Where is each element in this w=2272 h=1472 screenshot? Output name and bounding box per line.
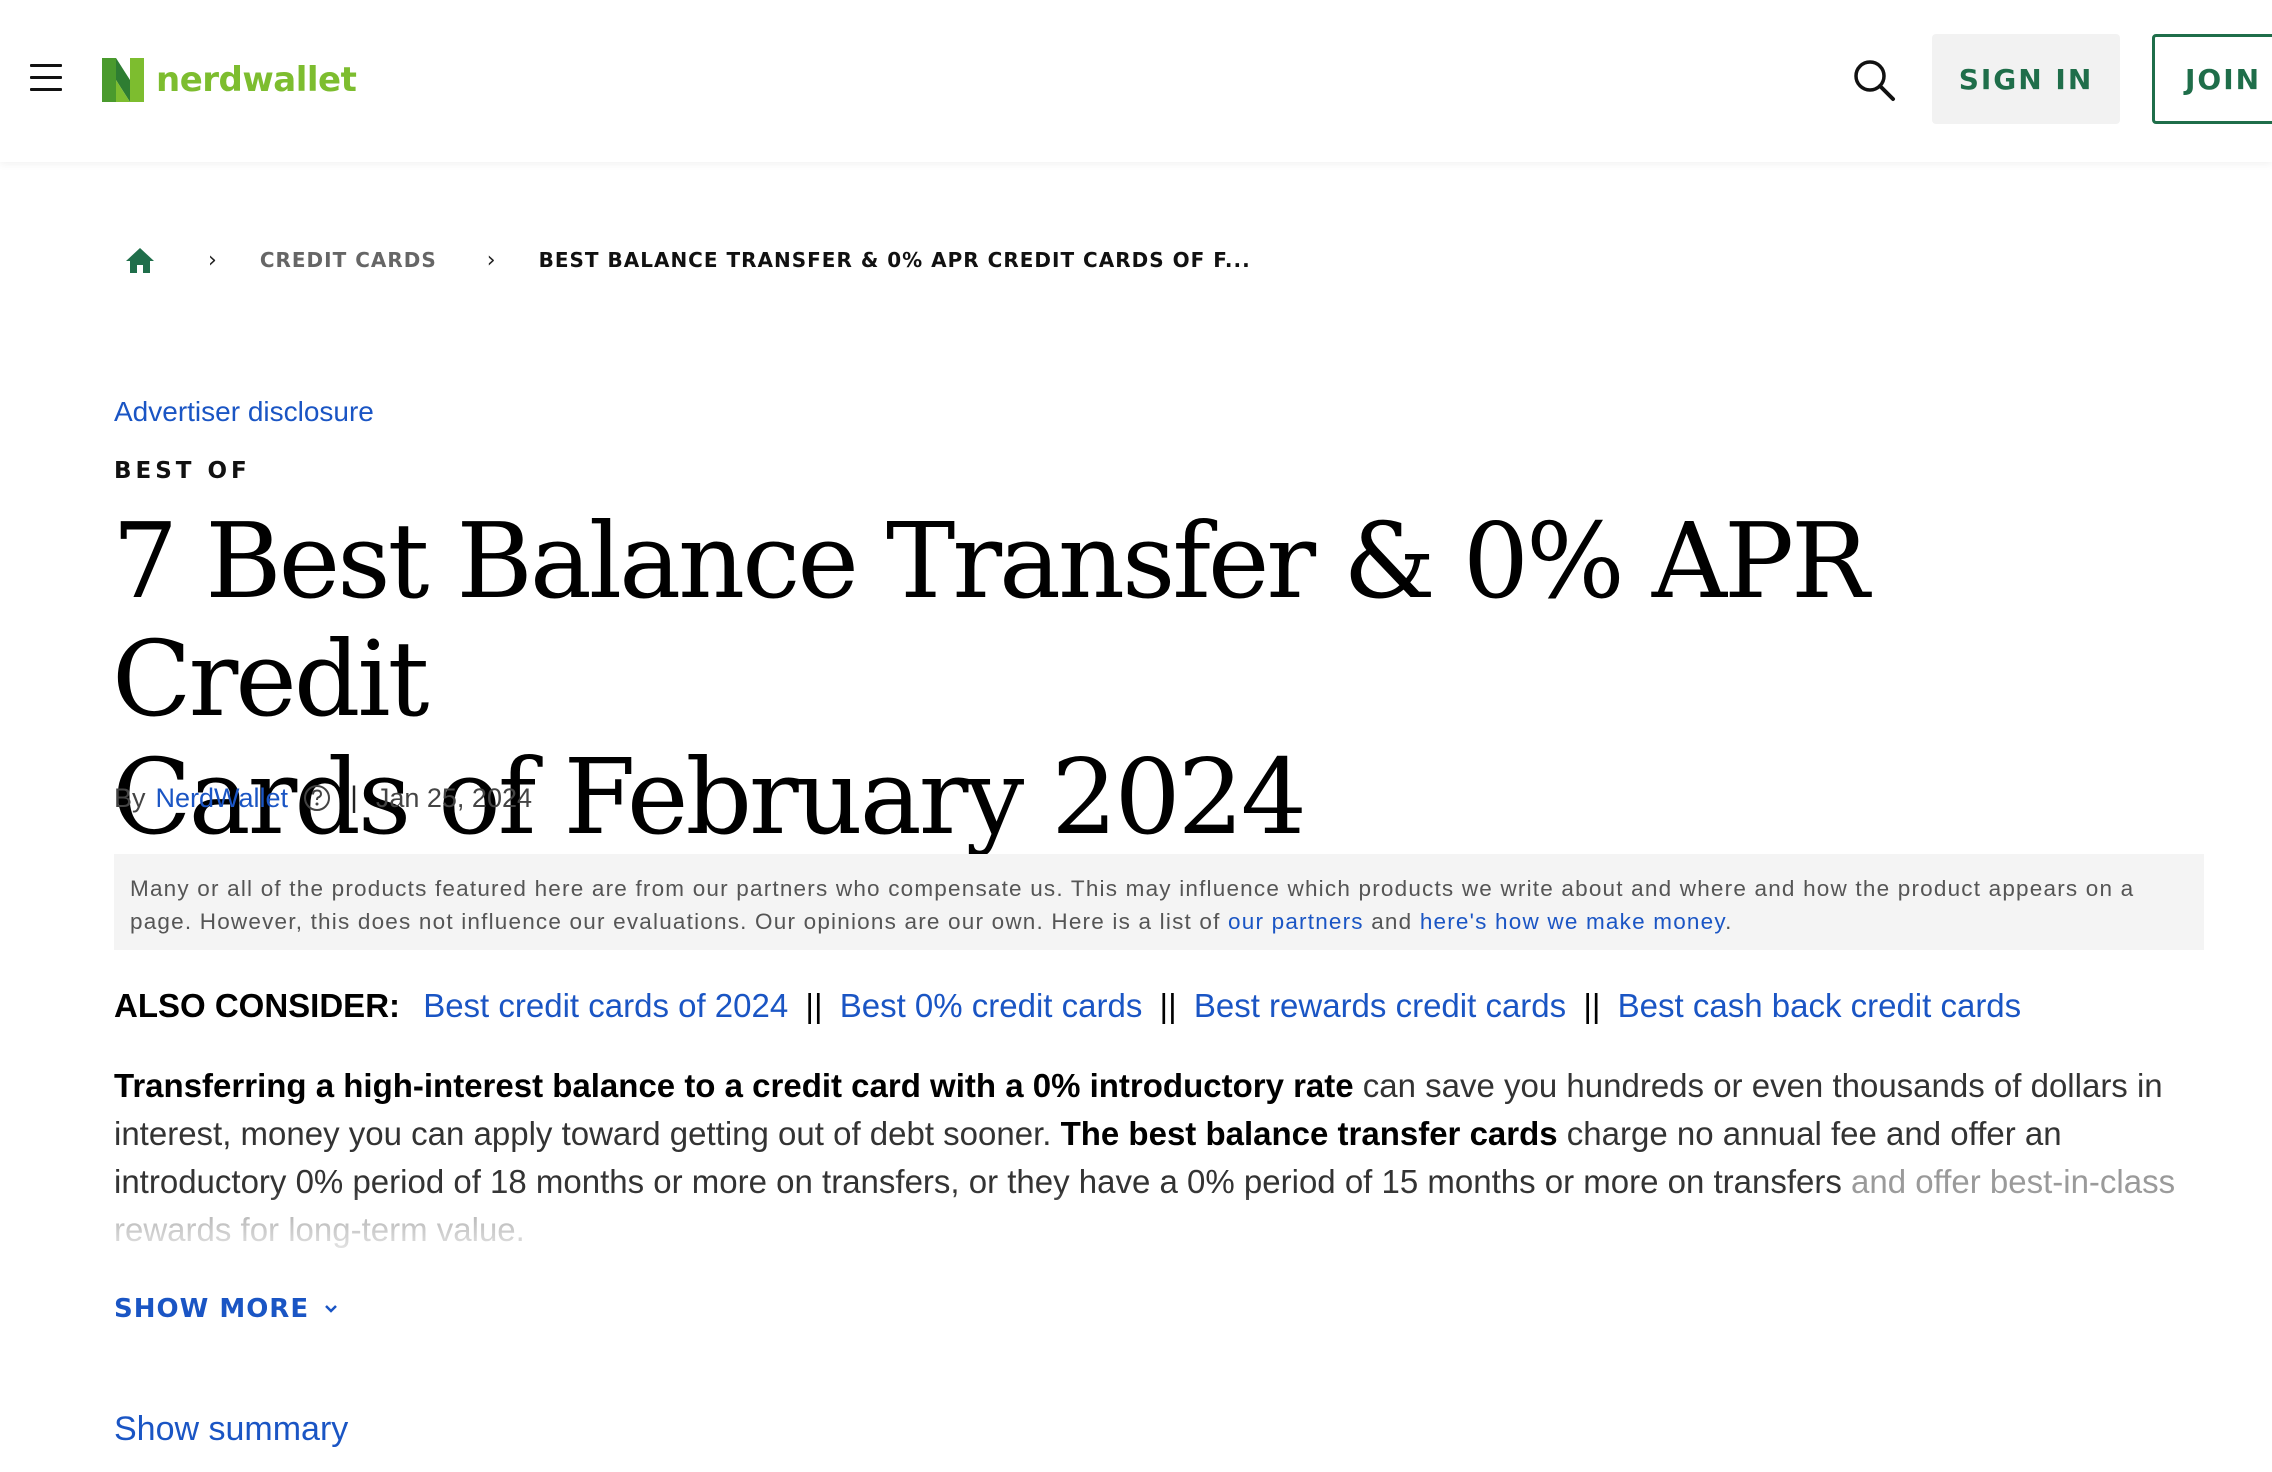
nerdwallet-logo[interactable]: nerdwallet xyxy=(102,56,357,104)
text-fade-overlay xyxy=(0,1190,2272,1260)
link-separator: || xyxy=(805,987,823,1024)
show-more-label: SHOW MORE xyxy=(114,1294,310,1324)
show-summary-link[interactable]: Show summary xyxy=(114,1410,348,1449)
breadcrumb-current-page: BEST BALANCE TRANSFER & 0% APR CREDIT CA… xyxy=(538,248,1251,272)
also-consider-link[interactable]: Best cash back credit cards xyxy=(1618,987,2022,1024)
breadcrumb-separator: › xyxy=(486,247,497,273)
logo-wordmark: nerdwallet xyxy=(156,60,357,100)
breadcrumb: › CREDIT CARDS › BEST BALANCE TRANSFER &… xyxy=(122,240,1251,280)
byline: By NerdWallet | Jan 25, 2024 xyxy=(114,776,532,820)
byline-prefix: By xyxy=(114,782,146,813)
link-separator: || xyxy=(1159,987,1177,1024)
breadcrumb-credit-cards[interactable]: CREDIT CARDS xyxy=(260,248,437,272)
page-title-line-1: 7 Best Balance Transfer & 0% APR Credit xyxy=(112,500,1869,740)
sign-in-button[interactable]: SIGN IN xyxy=(1932,34,2120,124)
partner-disclosure-box: Many or all of the products featured her… xyxy=(114,854,2204,950)
site-header: nerdwallet SIGN IN JOIN xyxy=(0,0,2272,162)
intro-bold-text: The best balance transfer cards xyxy=(1060,1115,1558,1152)
chevron-down-icon xyxy=(325,1305,337,1313)
author-link[interactable]: NerdWallet xyxy=(156,783,289,814)
also-consider-link[interactable]: Best rewards credit cards xyxy=(1194,987,1566,1024)
hamburger-menu-icon[interactable] xyxy=(30,62,66,94)
publish-date: Jan 25, 2024 xyxy=(375,782,532,813)
also-consider-label: ALSO CONSIDER: xyxy=(114,987,401,1024)
breadcrumb-separator: › xyxy=(208,247,218,273)
search-icon[interactable] xyxy=(1850,56,1898,104)
also-consider-link[interactable]: Best credit cards of 2024 xyxy=(423,987,788,1024)
link-separator: || xyxy=(1583,987,1601,1024)
how-we-make-money-link[interactable]: here's how we make money xyxy=(1420,909,1725,934)
our-partners-link[interactable]: our partners xyxy=(1228,909,1364,934)
advertiser-disclosure-link[interactable]: Advertiser disclosure xyxy=(114,396,374,428)
partner-disclosure-text: and xyxy=(1363,909,1420,934)
nerdwallet-logo-mark xyxy=(102,58,144,102)
intro-bold-text: Transferring a high-interest balance to … xyxy=(114,1067,1354,1104)
article-eyebrow: BEST OF xyxy=(114,458,251,484)
byline-divider: | xyxy=(350,781,358,814)
home-icon[interactable] xyxy=(122,242,158,278)
partner-disclosure-text: Many or all of the products featured her… xyxy=(130,876,2135,934)
also-consider-bar: ALSO CONSIDER: Best credit cards of 2024… xyxy=(114,982,2021,1030)
show-more-button[interactable]: SHOW MORE xyxy=(114,1294,339,1324)
partner-disclosure-text: . xyxy=(1725,909,1733,934)
also-consider-link[interactable]: Best 0% credit cards xyxy=(840,987,1143,1024)
join-button[interactable]: JOIN xyxy=(2152,34,2272,124)
question-circle-icon[interactable] xyxy=(302,783,332,813)
